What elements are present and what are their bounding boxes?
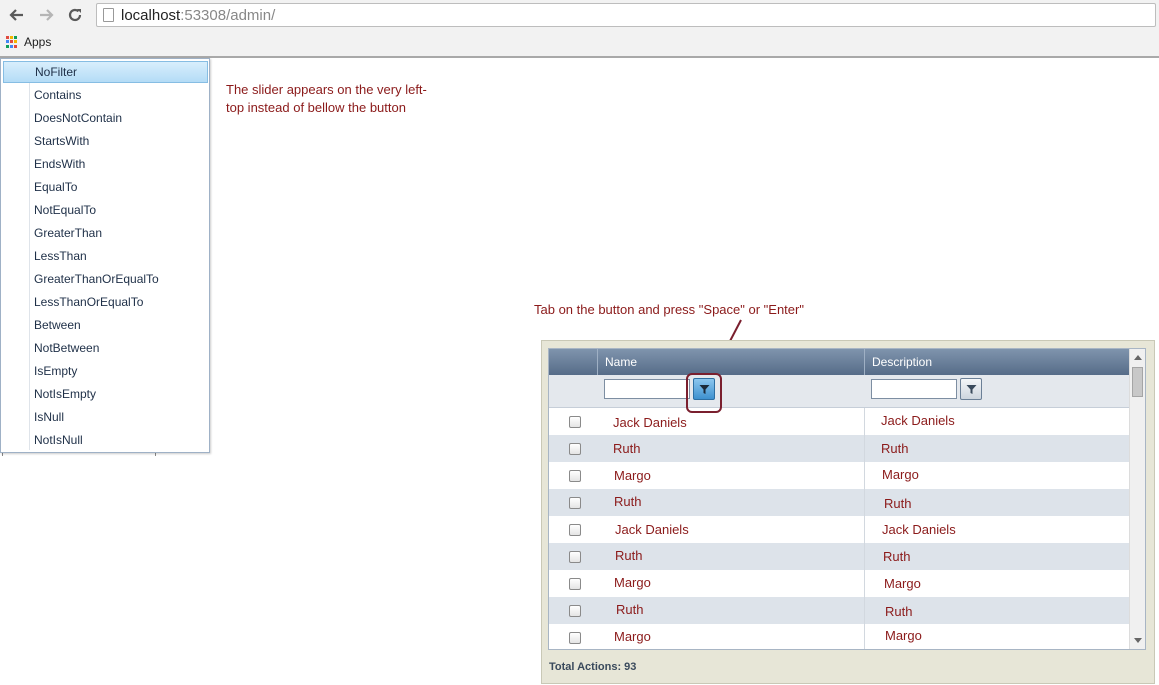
description-filter-input[interactable] (871, 379, 957, 399)
name-cell: Margo (614, 575, 651, 590)
column-separator (864, 624, 865, 649)
column-separator (864, 489, 865, 516)
column-separator (864, 462, 865, 489)
row-checkbox[interactable] (569, 632, 581, 644)
apps-grid-icon (6, 36, 18, 48)
row-checkbox[interactable] (569, 605, 581, 617)
forward-button[interactable] (35, 4, 57, 26)
menu-item-nofilter[interactable]: NoFilter (3, 61, 208, 83)
menu-item-endswith[interactable]: EndsWith (3, 153, 208, 175)
row-checkbox[interactable] (569, 578, 581, 590)
grid-panel: Name Description Jack Daniels Jack Danie… (541, 340, 1155, 684)
description-filter-button[interactable] (960, 378, 982, 400)
column-separator (864, 543, 865, 570)
column-separator (864, 570, 865, 597)
row-checkbox[interactable] (569, 443, 581, 455)
reload-icon (68, 8, 82, 22)
row-checkbox[interactable] (569, 524, 581, 536)
row-checkbox[interactable] (569, 497, 581, 509)
menu-item-between[interactable]: Between (3, 314, 208, 336)
slider-annotation-line2: top instead of bellow the button (226, 100, 406, 115)
slider-annotation-line1: The slider appears on the very left- (226, 82, 427, 97)
menu-item-isempty[interactable]: IsEmpty (3, 360, 208, 382)
vertical-scrollbar[interactable] (1129, 349, 1145, 649)
table-row[interactable]: Ruth Ruth (549, 543, 1131, 570)
reload-button[interactable] (64, 4, 86, 26)
row-checkbox[interactable] (569, 470, 581, 482)
name-cell: Ruth (614, 494, 642, 509)
annotation-highlight-box (686, 373, 722, 413)
name-cell: Margo (614, 629, 651, 644)
column-separator (864, 597, 865, 624)
table-row[interactable]: Jack Daniels Jack Daniels (549, 516, 1131, 543)
description-cell: Ruth (883, 549, 911, 564)
menu-item-doesnotcontain[interactable]: DoesNotContain (3, 107, 208, 129)
apps-label: Apps (24, 35, 52, 49)
menu-item-equalto[interactable]: EqualTo (3, 176, 208, 198)
page-icon (103, 8, 114, 22)
slider-annotation: The slider appears on the very left- top… (226, 81, 427, 117)
apps-bookmark[interactable]: Apps (6, 35, 51, 49)
header-description[interactable]: Description (864, 349, 1131, 375)
browser-toolbar: localhost:53308/admin/ (0, 0, 1159, 30)
menu-item-notequalto[interactable]: NotEqualTo (3, 199, 208, 221)
tab-annotation: Tab on the button and press "Space" or "… (534, 302, 804, 317)
back-button[interactable] (6, 4, 28, 26)
name-cell: Margo (614, 468, 651, 483)
table-row[interactable]: Margo Margo (549, 570, 1131, 597)
description-cell: Jack Daniels (882, 522, 956, 537)
description-cell: Ruth (884, 496, 912, 511)
menu-item-isnull[interactable]: IsNull (3, 406, 208, 428)
column-separator (864, 435, 865, 462)
name-filter-input[interactable] (604, 379, 690, 399)
header-name[interactable]: Name (597, 349, 864, 375)
table-row[interactable]: Ruth Ruth (549, 435, 1131, 462)
table-row[interactable]: Margo Margo (549, 624, 1131, 649)
menu-item-notisnull[interactable]: NotIsNull (3, 429, 208, 451)
name-cell: Jack Daniels (613, 415, 687, 430)
filter-dropdown-menu: NoFilter Contains DoesNotContain StartsW… (0, 58, 210, 453)
name-cell: Jack Daniels (615, 522, 689, 537)
menu-item-greaterthan[interactable]: GreaterThan (3, 222, 208, 244)
description-cell: Ruth (885, 604, 913, 619)
description-cell: Margo (882, 467, 919, 482)
menu-item-lessthanorequalto[interactable]: LessThanOrEqualTo (3, 291, 208, 313)
menu-item-notisempty[interactable]: NotIsEmpty (3, 383, 208, 405)
funnel-icon (966, 384, 976, 394)
address-url: localhost:53308/admin/ (121, 7, 276, 24)
address-bar[interactable]: localhost:53308/admin/ (96, 3, 1156, 27)
bookmarks-bar: Apps (0, 30, 1159, 58)
forward-arrow-icon (40, 9, 54, 21)
name-cell: Ruth (615, 548, 643, 563)
row-checkbox[interactable] (569, 551, 581, 563)
data-grid: Name Description Jack Daniels Jack Danie… (548, 348, 1146, 650)
row-checkbox[interactable] (569, 416, 581, 428)
menu-item-greaterthanorequalto[interactable]: GreaterThanOrEqualTo (3, 268, 208, 290)
table-row[interactable]: Ruth Ruth (549, 489, 1131, 516)
grid-footer-total: Total Actions: 93 (549, 661, 637, 673)
column-separator (864, 516, 865, 543)
header-select-column (549, 349, 597, 375)
scroll-up-arrow-icon[interactable] (1134, 355, 1142, 360)
table-row[interactable]: Margo Margo (549, 462, 1131, 489)
table-row[interactable]: Ruth Ruth (549, 597, 1131, 624)
name-cell: Ruth (613, 441, 641, 456)
column-separator (864, 408, 865, 435)
description-cell: Jack Daniels (881, 413, 955, 428)
description-cell: Ruth (881, 441, 909, 456)
grid-header: Name Description (549, 349, 1131, 375)
description-cell: Margo (885, 628, 922, 643)
menu-item-notbetween[interactable]: NotBetween (3, 337, 208, 359)
name-cell: Ruth (616, 602, 644, 617)
back-arrow-icon (9, 9, 23, 21)
scroll-down-arrow-icon[interactable] (1134, 638, 1142, 643)
menu-item-lessthan[interactable]: LessThan (3, 245, 208, 267)
menu-item-contains[interactable]: Contains (3, 84, 208, 106)
table-row[interactable]: Jack Daniels Jack Daniels (549, 408, 1131, 435)
filter-row (549, 373, 1131, 413)
description-cell: Margo (884, 576, 921, 591)
menu-item-startswith[interactable]: StartsWith (3, 130, 208, 152)
scroll-thumb[interactable] (1132, 367, 1143, 397)
